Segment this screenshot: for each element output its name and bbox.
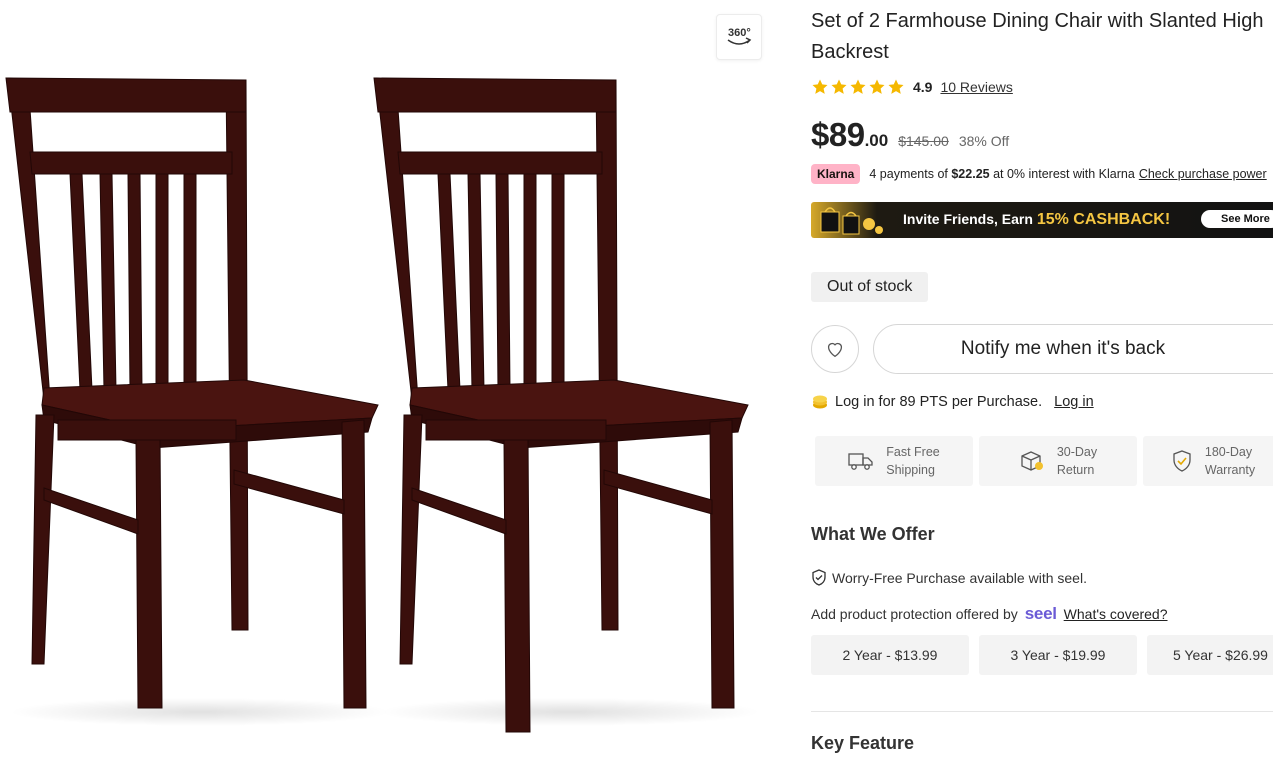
star-icon (831, 79, 847, 94)
klarna-logo: Klarna (811, 164, 861, 184)
discount-label: 38% Off (958, 133, 1010, 149)
perk-line1: Fast Free (886, 445, 940, 459)
price-original: $145.00 (898, 133, 949, 149)
price-row: $89 .00 $145.00 38% Off (811, 116, 1009, 154)
return-box-icon (1021, 451, 1043, 471)
klarna-text-prefix: 4 payments of (869, 167, 948, 181)
chair-right (373, 77, 760, 733)
worry-free-text: Worry-Free Purchase available with seel. (832, 569, 1087, 586)
seel-logo: seel (1024, 604, 1057, 623)
view-360-label: 360° (728, 27, 751, 39)
klarna-row: Klarna 4 payments of $22.25 at 0% intere… (811, 164, 1267, 184)
klarna-amount: $22.25 (951, 167, 990, 181)
rating-row: 4.9 10 Reviews (811, 77, 1013, 97)
protection-plan-5yr[interactable]: 5 Year - $26.99 (1147, 635, 1273, 675)
wishlist-button[interactable] (811, 325, 859, 373)
star-rating (811, 78, 905, 96)
worry-free-row: Worry-Free Purchase available with seel. (811, 569, 1087, 586)
what-we-offer-heading: What We Offer (811, 524, 935, 544)
product-image[interactable]: 360° (0, 0, 790, 757)
banner-text: Invite Friends, Earn 15% CASHBACK! (903, 211, 1170, 229)
cashback-banner[interactable]: Invite Friends, Earn 15% CASHBACK! See M… (811, 202, 1273, 238)
whats-covered-link[interactable]: What's covered? (1064, 606, 1168, 622)
chair-left (5, 77, 390, 726)
truck-icon (848, 453, 873, 470)
perk-text: 30-Day Return (1057, 443, 1097, 479)
banner-text-prefix: Invite Friends, Earn (903, 211, 1037, 227)
price-current: $89 (811, 116, 865, 153)
stock-status-badge: Out of stock (811, 272, 929, 302)
coins-icon (813, 395, 827, 409)
key-feature-heading: Key Feature (811, 733, 915, 753)
perk-text: 180-Day Warranty (1205, 443, 1255, 479)
notify-me-button[interactable]: Notify me when it's back (873, 324, 1273, 374)
star-icon (888, 79, 904, 94)
shield-check-icon (812, 569, 826, 586)
price-cents: .00 (864, 131, 889, 150)
protection-text: Add product protection offered by (811, 606, 1018, 622)
perk-free-shipping: Fast Free Shipping (815, 436, 973, 486)
protection-row: Add product protection offered by seel W… (811, 604, 1168, 624)
protection-plan-2yr[interactable]: 2 Year - $13.99 (811, 635, 969, 675)
klarna-check-link[interactable]: Check purchase power (1139, 167, 1267, 181)
perk-line2: Shipping (886, 463, 935, 477)
perk-line2: Warranty (1204, 463, 1256, 477)
section-divider (811, 711, 1273, 712)
points-text: Log in for 89 PTS per Purchase. (835, 394, 1043, 410)
gift-bags-icon (820, 207, 883, 235)
rotate-360-icon: 360° (727, 27, 752, 45)
points-row: Log in for 89 PTS per Purchase. Log in (811, 393, 1094, 411)
rating-value: 4.9 (913, 79, 933, 95)
product-title: Set of 2 Farmhouse Dining Chair with Sla… (811, 10, 1264, 63)
star-icon (812, 79, 828, 94)
perk-line1: 180-Day (1204, 445, 1253, 459)
banner-see-more-button[interactable]: See More (1201, 210, 1273, 228)
klarna-text-suffix: at 0% interest with Klarna (993, 167, 1135, 181)
perk-line1: 30-Day (1056, 445, 1098, 459)
star-icon (850, 79, 866, 94)
perk-warranty: 180-Day Warranty (1143, 436, 1273, 486)
view-360-button[interactable]: 360° (716, 14, 762, 60)
perk-line2: Return (1056, 463, 1095, 477)
banner-highlight: 15% CASHBACK! (1036, 211, 1171, 228)
heart-icon (827, 342, 843, 358)
perk-text: Fast Free Shipping (886, 443, 940, 479)
reviews-link[interactable]: 10 Reviews (940, 79, 1012, 95)
star-icon (869, 79, 885, 94)
chair-set-image (5, 77, 760, 733)
perk-return: 30-Day Return (979, 436, 1137, 486)
protection-plan-3yr[interactable]: 3 Year - $19.99 (979, 635, 1137, 675)
login-link[interactable]: Log in (1054, 394, 1094, 410)
shield-check-icon (1173, 450, 1191, 472)
